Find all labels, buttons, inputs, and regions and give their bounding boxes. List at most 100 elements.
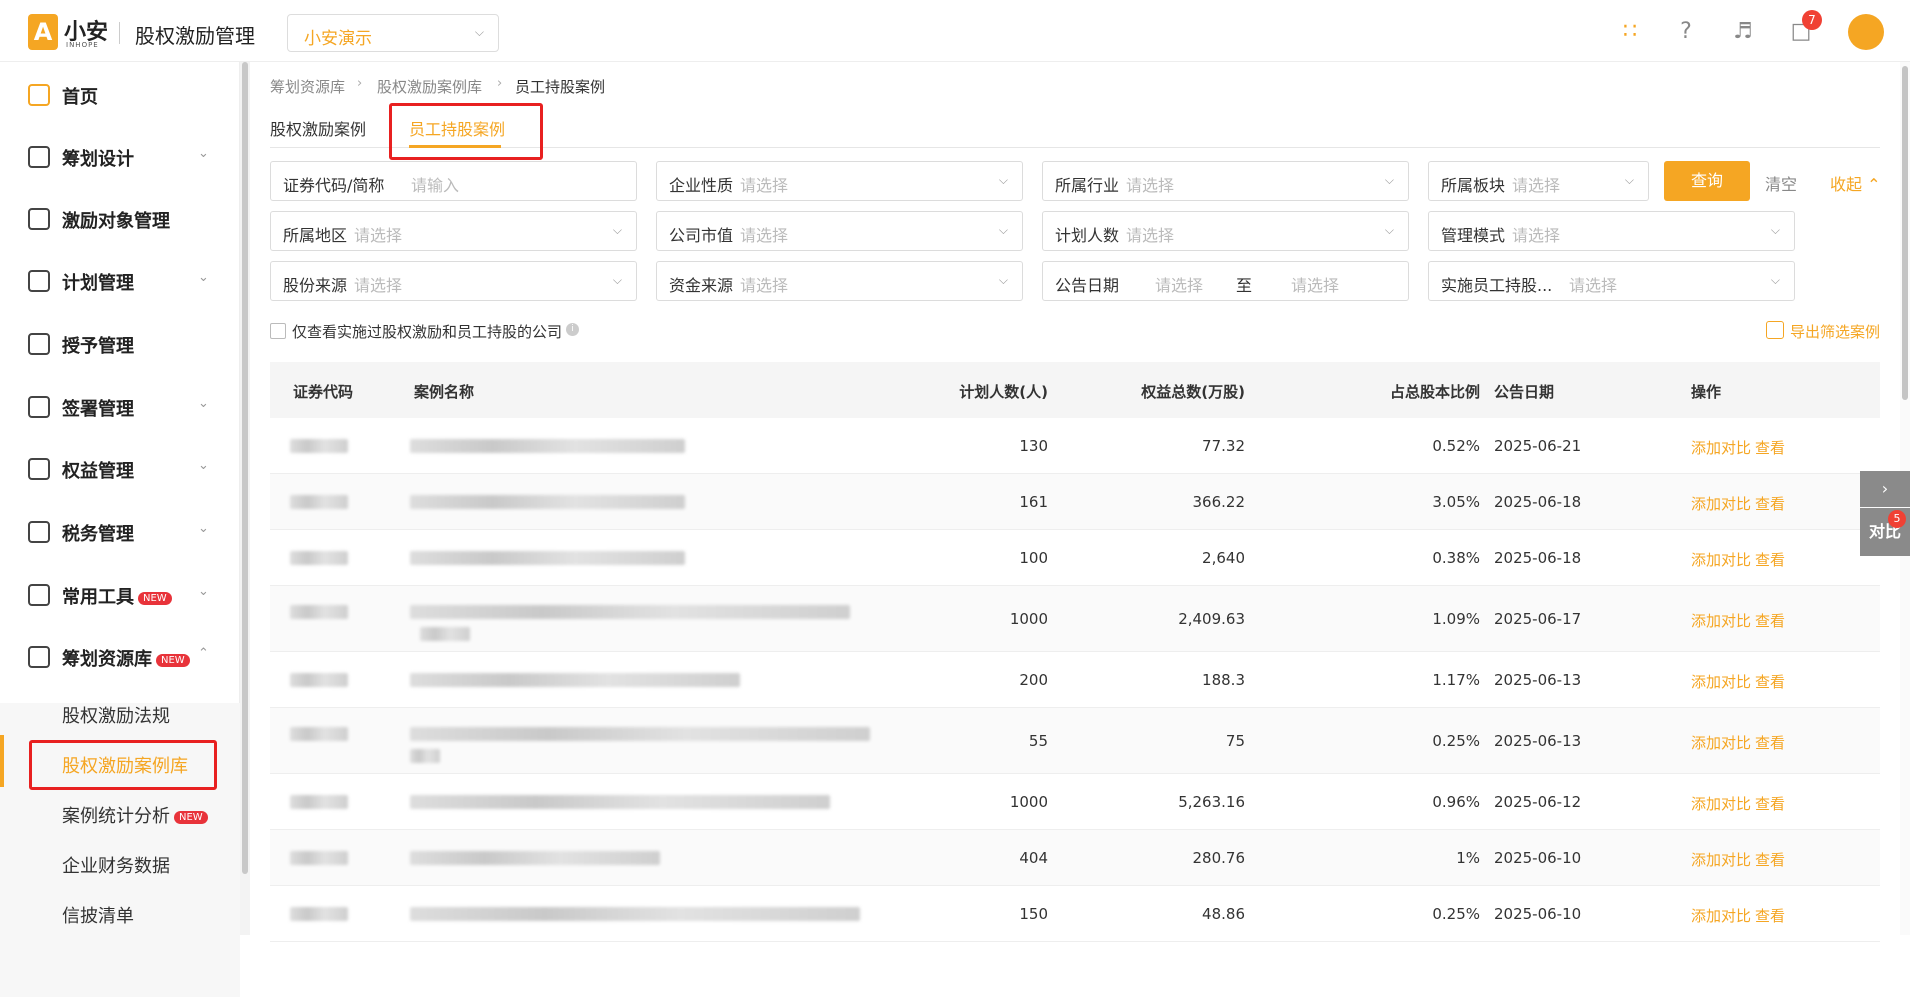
view-link[interactable]: 查看: [1755, 905, 1785, 926]
sidebar-item-label: 首页: [62, 87, 98, 108]
view-link[interactable]: 查看: [1755, 793, 1785, 814]
view-link[interactable]: 查看: [1755, 493, 1785, 514]
sidebar-sub-regulations[interactable]: 股权激励法规: [62, 702, 170, 728]
chevron-down-icon: ⌵: [474, 25, 484, 39]
filter-label: 实施员工持股...: [1441, 276, 1553, 295]
filter-fund-source[interactable]: 资金来源 请选择 ⌵: [656, 261, 1023, 301]
breadcrumb-resources[interactable]: 筹划资源库: [270, 76, 345, 97]
filter-placeholder: 请选择: [1512, 226, 1561, 245]
cell-total: 77.32: [1202, 437, 1245, 455]
filter-share-source[interactable]: 股份来源 请选择 ⌵: [270, 261, 637, 301]
clear-button[interactable]: 清空: [1765, 171, 1797, 195]
redacted-name: [410, 749, 440, 763]
date-start-input[interactable]: 请选择: [1155, 272, 1203, 296]
filter-placeholder: 请选择: [740, 176, 789, 195]
filter-plan-people[interactable]: 计划人数 请选择 ⌵: [1042, 211, 1409, 251]
filter-label: 公告日期: [1055, 276, 1120, 295]
view-link[interactable]: 查看: [1755, 671, 1785, 692]
sidebar-item-text: 筹划资源库: [62, 649, 152, 670]
cell-total: 188.3: [1202, 671, 1245, 689]
service-icon[interactable]: ♬: [1729, 18, 1757, 46]
sidebar-sub-disclosure[interactable]: 信披清单: [62, 902, 134, 928]
redacted-code: [290, 907, 348, 921]
redacted-name: [410, 551, 685, 565]
cell-date: 2025-06-18: [1494, 493, 1582, 511]
filter-implementation[interactable]: 实施员工持股... 请选择 ⌵: [1428, 261, 1795, 301]
cell-date: 2025-06-17: [1494, 610, 1582, 628]
add-compare-link[interactable]: 添加对比: [1691, 732, 1751, 753]
view-link[interactable]: 查看: [1755, 610, 1785, 631]
sidebar-item-tax[interactable]: 税务管理 ⌄: [0, 501, 240, 563]
view-link[interactable]: 查看: [1755, 849, 1785, 870]
sidebar-item-equity[interactable]: 权益管理 ⌄: [0, 438, 240, 500]
collapse-label: 收起: [1830, 175, 1863, 194]
sidebar-item-tools[interactable]: 常用工具 NEW ⌄: [0, 564, 240, 626]
sidebar-sub-financial-data[interactable]: 企业财务数据: [62, 852, 170, 878]
sidebar-item-grant[interactable]: 授予管理: [0, 313, 240, 375]
collapse-button[interactable]: 收起 ⌃: [1830, 171, 1881, 195]
home-icon: [28, 84, 50, 106]
help-icon[interactable]: ?: [1672, 18, 1700, 46]
filter-label: 股份来源: [283, 276, 348, 295]
col-action: 操作: [1691, 383, 1722, 401]
redacted-code: [290, 495, 348, 509]
filter-label: 所属板块: [1441, 176, 1506, 195]
col-name: 案例名称: [414, 383, 475, 401]
export-button[interactable]: 导出筛选案例: [1790, 321, 1880, 342]
sidebar-item-plan-management[interactable]: 计划管理 ⌄: [0, 250, 240, 312]
filter-nature[interactable]: 企业性质 请选择 ⌵: [656, 161, 1023, 201]
filter-mgmt-mode[interactable]: 管理模式 请选择 ⌵: [1428, 211, 1795, 251]
filter-label: 公司市值: [669, 226, 734, 245]
redacted-name: [410, 495, 685, 509]
avatar[interactable]: [1848, 14, 1884, 50]
sidebar-item-planning[interactable]: 筹划设计 ⌄: [0, 126, 240, 188]
add-compare-link[interactable]: 添加对比: [1691, 549, 1751, 570]
tab-equity-incentive[interactable]: 股权激励案例: [270, 116, 366, 140]
info-icon[interactable]: i: [566, 323, 579, 336]
sidebar-item-text: 常用工具: [62, 587, 134, 608]
query-button[interactable]: 查询: [1664, 161, 1750, 201]
filter-industry[interactable]: 所属行业 请选择 ⌵: [1042, 161, 1409, 201]
filter-market-value[interactable]: 公司市值 请选择 ⌵: [656, 211, 1023, 251]
cell-people: 55: [1028, 732, 1048, 750]
add-compare-link[interactable]: 添加对比: [1691, 905, 1751, 926]
chevron-down-icon: ⌄: [198, 584, 209, 599]
add-compare-link[interactable]: 添加对比: [1691, 610, 1751, 631]
add-compare-link[interactable]: 添加对比: [1691, 793, 1751, 814]
sidebar-item-home[interactable]: 首页: [0, 64, 240, 126]
add-compare-link[interactable]: 添加对比: [1691, 671, 1751, 692]
chevron-down-icon: ⌄: [198, 146, 209, 161]
sidebar-item-signing[interactable]: 签署管理 ⌄: [0, 376, 240, 438]
view-link[interactable]: 查看: [1755, 732, 1785, 753]
filter-placeholder: 请选择: [1126, 176, 1175, 195]
view-link[interactable]: 查看: [1755, 437, 1785, 458]
add-compare-link[interactable]: 添加对比: [1691, 849, 1751, 870]
filter-announce-date[interactable]: 公告日期 请选择 至 请选择: [1042, 261, 1409, 301]
filter-label: 所属行业: [1055, 176, 1120, 195]
date-end-input[interactable]: 请选择: [1291, 272, 1339, 296]
sidebar-sub-statistics[interactable]: 案例统计分析 NEW: [62, 802, 208, 828]
filter-label: 资金来源: [669, 276, 734, 295]
filter-board[interactable]: 所属板块 请选择 ⌵: [1428, 161, 1649, 201]
breadcrumb-case-library[interactable]: 股权激励案例库: [377, 76, 482, 97]
filter-code[interactable]: 证券代码/简称 请输入: [270, 161, 637, 201]
compare-expand-button[interactable]: ›: [1860, 471, 1910, 507]
add-compare-link[interactable]: 添加对比: [1691, 493, 1751, 514]
col-total: 权益总数(万股): [1141, 383, 1245, 401]
only-implemented-checkbox[interactable]: [270, 323, 286, 339]
sidebar-item-participants[interactable]: 激励对象管理: [0, 188, 240, 250]
sidebar-item-resources[interactable]: 筹划资源库 NEW ⌃: [0, 626, 240, 688]
main-scroll-thumb[interactable]: [1902, 66, 1908, 400]
redacted-name: [410, 907, 860, 921]
view-link[interactable]: 查看: [1755, 549, 1785, 570]
apps-grid-icon[interactable]: ∷: [1616, 18, 1644, 46]
sidebar-sub-text: 案例统计分析: [62, 806, 170, 827]
filter-placeholder: 请选择: [354, 226, 403, 245]
cell-ratio: 1.17%: [1432, 671, 1480, 689]
sidebar-scroll-thumb[interactable]: [242, 62, 248, 874]
filter-input[interactable]: 请输入: [411, 172, 459, 196]
filter-region[interactable]: 所属地区 请选择 ⌵: [270, 211, 637, 251]
org-select[interactable]: 小安演示 ⌵: [287, 14, 499, 52]
add-compare-link[interactable]: 添加对比: [1691, 437, 1751, 458]
chevron-down-icon: ⌵: [1384, 223, 1394, 237]
